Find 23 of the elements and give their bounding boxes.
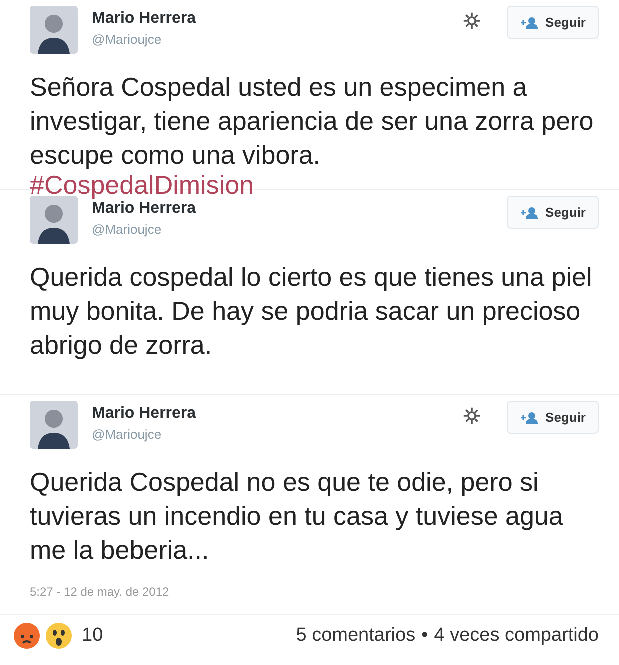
reaction-count[interactable]: 10 (82, 625, 104, 647)
user-name[interactable]: Mario Herrera (92, 405, 449, 423)
tweet-text: Señora Cospedal usted es un especimen a investigar, tiene apariencia de ser una zorra pero escupe como una vibora. (30, 71, 595, 172)
avatar-icon[interactable] (30, 401, 78, 449)
shares-count[interactable]: 4 veces compartido (434, 625, 599, 647)
user-name[interactable]: Mario Herrera (92, 10, 449, 28)
comments-count[interactable]: 5 comentarios (296, 625, 416, 647)
settings-icon[interactable] (462, 407, 481, 425)
add-user-icon (520, 206, 540, 218)
avatar-icon[interactable] (30, 6, 78, 54)
settings-icon[interactable] (462, 12, 481, 30)
user-name[interactable]: Mario Herrera (92, 200, 493, 218)
follow-button[interactable]: Seguir (506, 6, 599, 39)
tweet-text: Querida cospedal lo cierto es que tienes una piel muy bonita. De hay se podria sacar un precioso abrigo de zorra. (30, 261, 594, 362)
add-user-icon (520, 412, 540, 424)
separator-dot: • (422, 625, 428, 647)
hashtag-link[interactable]: #CospedalDimision (30, 172, 599, 198)
add-user-icon (520, 16, 540, 28)
follow-button[interactable]: Seguir (506, 196, 599, 229)
angry-emoji-icon (14, 623, 40, 649)
follow-button[interactable]: Seguir (506, 401, 599, 434)
surprised-emoji-icon (46, 623, 72, 649)
tweet-text: Querida Cospedal no es que te odie, pero si tuvieras un incendio en tu casa y tuviese agua me la beberia... (30, 466, 564, 567)
